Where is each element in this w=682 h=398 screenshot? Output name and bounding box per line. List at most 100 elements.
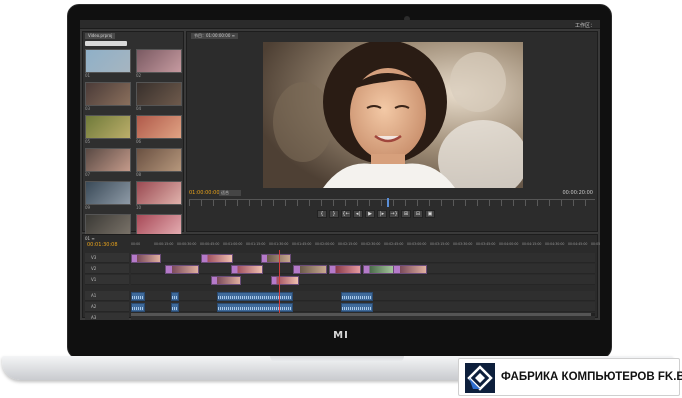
clip-name: 08 (136, 172, 142, 177)
sequence-tab[interactable]: 01 ≡ (85, 236, 95, 241)
brand-logo-icon (465, 363, 495, 393)
media-bin-item[interactable]: 06 (136, 115, 182, 149)
clip-thumbnail (136, 148, 182, 172)
video-clip[interactable] (201, 254, 233, 263)
video-clip[interactable] (363, 265, 395, 274)
ruler-tick-label: 00:00:45:00 (200, 242, 220, 246)
transport-button[interactable]: ⊟ (413, 210, 423, 218)
media-bin-item[interactable]: 01 (85, 49, 131, 83)
timeline-playhead[interactable] (279, 250, 280, 316)
video-clip[interactable] (261, 254, 291, 263)
media-bin-item[interactable]: 09 (85, 181, 131, 215)
program-duration-timecode: 00:00:20:00 (562, 190, 593, 196)
video-clip[interactable] (329, 265, 361, 274)
video-clip[interactable] (293, 265, 327, 274)
track-lane-a1[interactable] (131, 291, 595, 301)
audio-clip[interactable] (341, 292, 373, 301)
audio-clip[interactable] (171, 303, 179, 312)
clip-name: 05 (85, 139, 91, 144)
clip-name: 04 (136, 106, 142, 111)
transport-button[interactable]: →} (389, 210, 399, 218)
ruler-tick-label: 00:02:00:00 (315, 242, 335, 246)
video-clip[interactable] (393, 265, 427, 274)
audio-clip[interactable] (131, 292, 145, 301)
transport-button[interactable]: ▶ (365, 210, 375, 218)
audio-waveform (342, 307, 372, 310)
track-header-a1[interactable]: A1 (85, 291, 129, 301)
track-header-v3[interactable]: V3 (85, 253, 129, 263)
transport-button[interactable]: |▸ (377, 210, 387, 218)
transport-button[interactable]: { (317, 210, 327, 218)
media-bin-item[interactable]: 03 (85, 82, 131, 116)
video-frame-girl (263, 42, 523, 188)
ruler-tick-label: 00:03:45:00 (476, 242, 496, 246)
timeline-scroll-thumb[interactable] (131, 313, 591, 316)
video-clip[interactable] (271, 276, 299, 285)
track-header-a2[interactable]: A2 (85, 302, 129, 312)
audio-clip[interactable] (341, 303, 373, 312)
audio-waveform (132, 296, 144, 299)
transport-button[interactable]: {← (341, 210, 351, 218)
transport-button[interactable]: ⊞ (401, 210, 411, 218)
zoom-fit-select[interactable]: 适合 (219, 190, 241, 196)
audio-clip[interactable] (171, 292, 179, 301)
media-bin-item[interactable]: 05 (85, 115, 131, 149)
project-search-input[interactable] (85, 41, 127, 46)
clip-name: 07 (85, 172, 91, 177)
video-clip[interactable] (231, 265, 263, 274)
audio-clip[interactable] (217, 292, 293, 301)
ruler-tick-label: 00:01:45:00 (292, 242, 312, 246)
ruler-tick-label: 00:02:45:00 (384, 242, 404, 246)
timeline-scrollbar[interactable] (131, 313, 595, 316)
clip-name: 06 (136, 139, 142, 144)
clip-thumbnail (136, 82, 182, 106)
audio-clip[interactable] (217, 303, 293, 312)
ruler-tick-label: 00:01:15:00 (246, 242, 266, 246)
project-panel: Video.prproj 010203040506070809101112 (82, 31, 184, 243)
video-clip[interactable] (131, 254, 161, 263)
project-tab[interactable]: Video.prproj (85, 33, 116, 39)
audio-clip[interactable] (131, 303, 145, 312)
clip-name: 10 (136, 205, 142, 210)
media-bin-item[interactable]: 07 (85, 148, 131, 182)
audio-waveform (342, 296, 372, 299)
ruler-tick-label: 00:04:15:00 (522, 242, 542, 246)
track-header-v1[interactable]: V1 (85, 275, 129, 285)
clip-thumbnail (136, 181, 182, 205)
track-header-v2[interactable]: V2 (85, 264, 129, 274)
clip-thumbnail (85, 82, 131, 106)
transport-button[interactable]: ◂| (353, 210, 363, 218)
program-scrub-ruler[interactable] (189, 199, 595, 206)
ruler-tick-label: 00:03:15:00 (430, 242, 450, 246)
timeline-ruler[interactable]: 00:00 00:00:15:00 00:00:30:00 00:00:45:00 00… (131, 242, 600, 252)
clip-thumbnail (136, 115, 182, 139)
ruler-tick-label: 00:04:00:00 (499, 242, 519, 246)
track-header-a3[interactable]: A3 (85, 313, 129, 320)
media-bin-item[interactable]: 02 (136, 49, 182, 83)
program-monitor: 节目：01:00:00:00 ≡ 01:00:00:00 适合 00:00:20… (186, 31, 598, 232)
media-bin-item[interactable]: 04 (136, 82, 182, 116)
media-bin-item[interactable]: 08 (136, 148, 182, 182)
timeline-current-timecode[interactable]: 00:01:30:08 (87, 242, 118, 248)
video-clip[interactable] (211, 276, 241, 285)
video-clip[interactable] (165, 265, 199, 274)
transport-button[interactable]: ▣ (425, 210, 435, 218)
ruler-tick-label: 00:04:30:00 (545, 242, 565, 246)
program-current-timecode[interactable]: 01:00:00:00 (189, 190, 220, 196)
track-lane-v3[interactable] (131, 253, 595, 263)
clip-name: 02 (136, 73, 142, 78)
audio-waveform (132, 307, 144, 310)
product-photo: 工作区： Video.prproj 0102030405060708091011… (0, 0, 682, 398)
track-lane-v2[interactable] (131, 264, 595, 274)
lid-opening-notch (270, 356, 404, 362)
clip-name: 09 (85, 205, 91, 210)
workspace-label[interactable]: 工作区： (575, 22, 595, 29)
clip-thumbnail (85, 148, 131, 172)
ruler-tick-label: 00:05:00:00 (591, 242, 600, 246)
program-playhead[interactable] (387, 198, 389, 207)
track-lane-v1[interactable] (131, 275, 595, 285)
program-monitor-tab[interactable]: 节目：01:00:00:00 ≡ (191, 33, 239, 39)
transport-button[interactable]: } (329, 210, 339, 218)
media-bin-item[interactable]: 10 (136, 181, 182, 215)
track-lane-a2[interactable] (131, 302, 595, 312)
